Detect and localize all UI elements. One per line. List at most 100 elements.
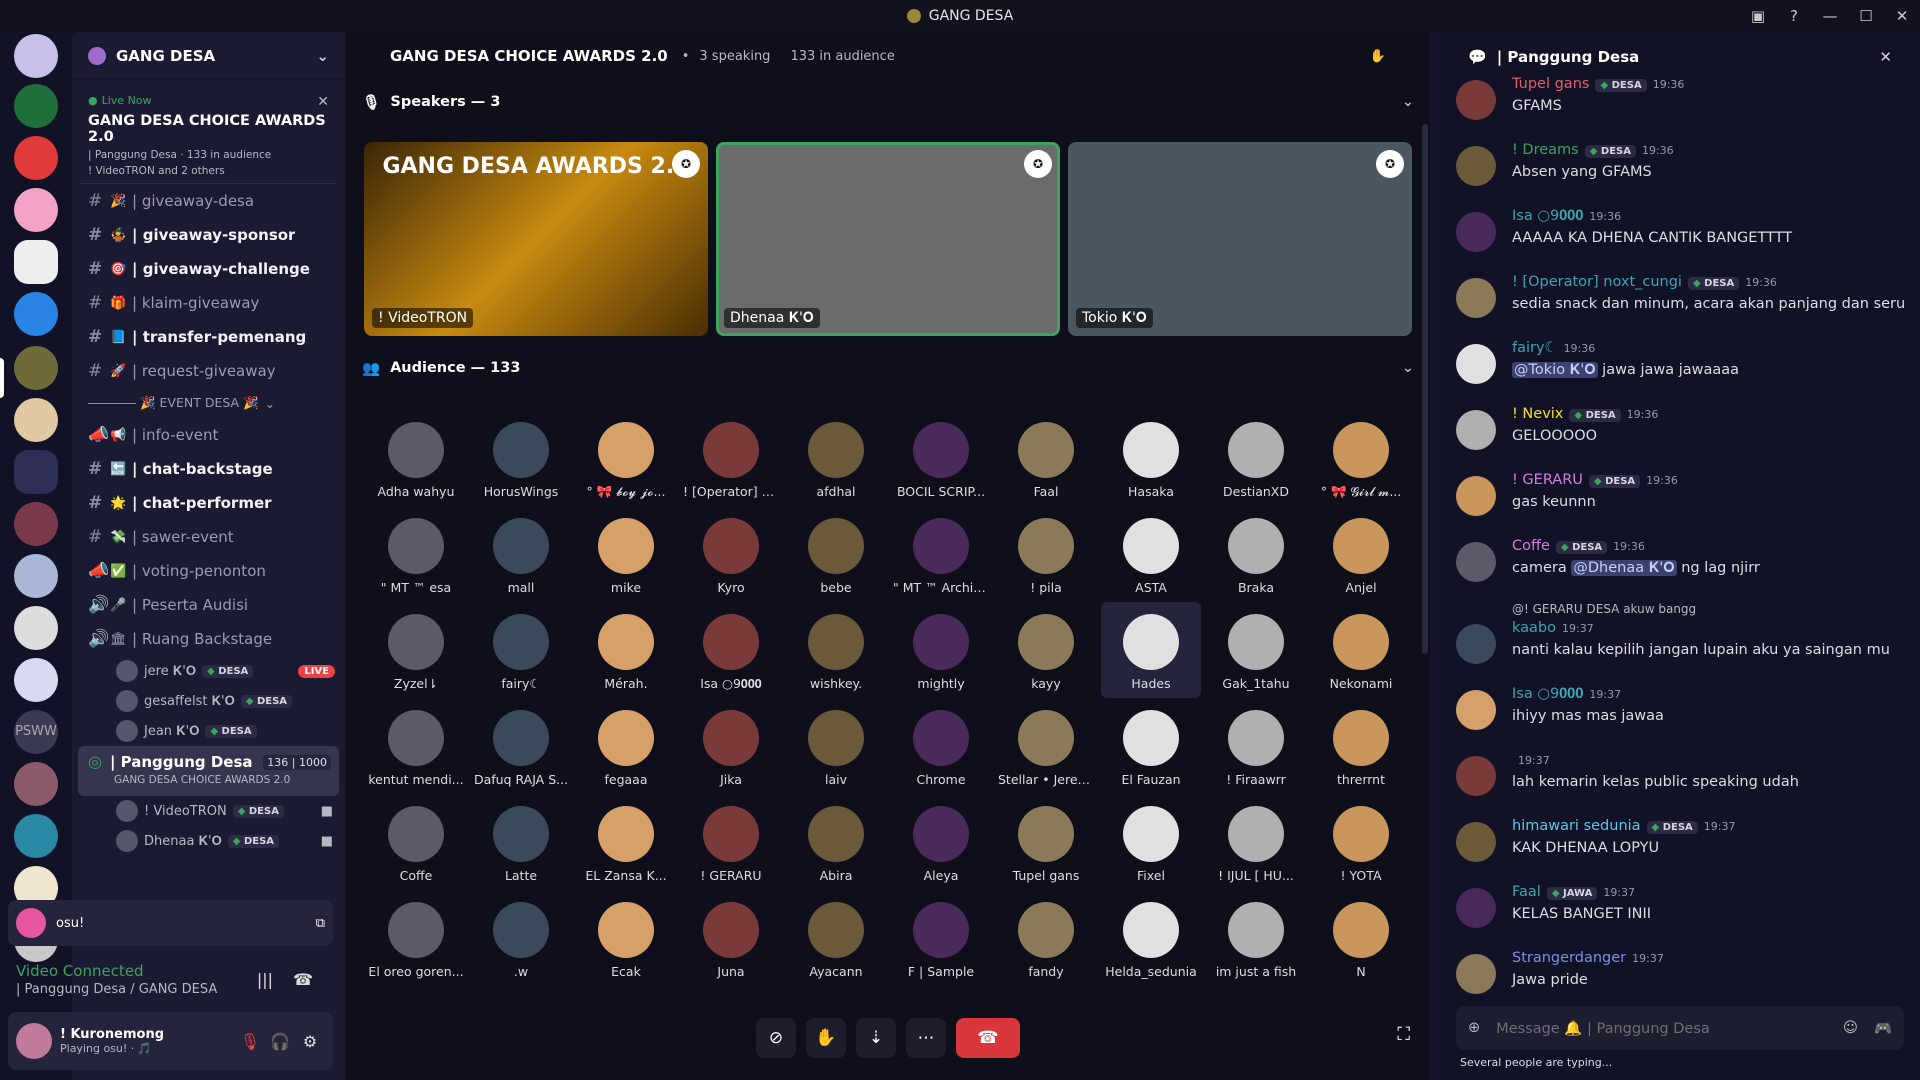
avatar[interactable] — [1456, 146, 1496, 186]
maximize-button[interactable]: ☐ — [1848, 7, 1884, 25]
audience-member[interactable]: Ecak — [576, 890, 676, 986]
screen-share-icon[interactable]: ⧉ — [316, 916, 325, 931]
chat-message[interactable]: Strangerdanger 19:37 Jawa pride — [1456, 946, 1906, 1006]
live-event-card[interactable]: Live Now GANG DESA CHOICE AWARDS 2.0 | P… — [80, 88, 337, 184]
channel-item[interactable]: # 💸 | sawer-event — [72, 520, 345, 554]
server-icon[interactable] — [14, 292, 58, 336]
gamepad-icon[interactable]: 🎮 — [1874, 1020, 1892, 1037]
audience-member[interactable]: " MT ™ esa — [366, 506, 466, 602]
server-icon[interactable] — [14, 502, 58, 546]
channel-item[interactable]: # 🎁 | klaim-giveaway — [72, 286, 345, 320]
user-name[interactable]: ! Kuronemong — [60, 1027, 164, 1042]
audience-member[interactable]: ASTA — [1101, 506, 1201, 602]
audience-member[interactable]: Chrome — [891, 698, 991, 794]
audience-member[interactable]: ° 🎀 𝓖𝓲𝓻𝓵 𝓶... — [1311, 410, 1411, 506]
channel-item[interactable]: # 📘 | transfer-pemenang — [72, 320, 345, 354]
disconnect-icon[interactable]: ☎ — [293, 970, 313, 989]
audience-member[interactable]: Anjel — [1311, 506, 1411, 602]
voice-user[interactable]: jere 𝐊'𝐎 DESA LIVE — [72, 656, 345, 686]
audience-member[interactable]: Kyro — [681, 506, 781, 602]
audience-member[interactable]: Abira — [786, 794, 886, 890]
server-icon[interactable] — [14, 762, 58, 806]
audience-member[interactable]: fegaaa — [576, 698, 676, 794]
voice-user[interactable]: ! VideoTRON DESA ■ — [72, 796, 345, 826]
category-event-desa[interactable]: 🎉 EVENT DESA 🎉 ⌄ — [72, 388, 345, 418]
audience-member[interactable]: wishkey. — [786, 602, 886, 698]
voice-channel-path[interactable]: | Panggung Desa / GANG DESA — [16, 982, 325, 997]
audience-member[interactable]: Hasaka — [1101, 410, 1201, 506]
author-name[interactable]: Coffe — [1512, 538, 1550, 554]
chat-message[interactable]: ! Dreams DESA 19:36 Absen yang GFAMS — [1456, 138, 1906, 198]
author-name[interactable]: Tupel gans — [1512, 76, 1589, 92]
message-input[interactable]: ⊕ Message 🔔 | Panggung Desa ☺ 🎮 — [1456, 1006, 1904, 1050]
audience-member[interactable]: ! [Operator] n... — [681, 410, 781, 506]
audience-member[interactable]: ! pila — [996, 506, 1096, 602]
audience-member[interactable]: El Fauzan — [1101, 698, 1201, 794]
chat-message[interactable]: Isa ○9𝟎𝟎𝟎 19:36 AAAAA KA DHENA CANTIK BANG… — [1456, 204, 1906, 264]
audience-member[interactable]: ° 🎀 𝓫𝓸𝔂 𝓳𝓸... — [576, 410, 676, 506]
audience-member[interactable]: Stellar • Jeremy — [996, 698, 1096, 794]
activity-panel[interactable]: osu! ⧉ — [8, 900, 333, 946]
avatar[interactable] — [1456, 410, 1496, 450]
channel-item[interactable]: 🔊 🏛 | Ruang Backstage — [72, 622, 345, 656]
audience-member[interactable]: DestianXD — [1206, 410, 1306, 506]
chat-message[interactable]: Coffe DESA 19:36 camera @Dhenaa 𝐊'𝐎 ng lag … — [1456, 534, 1906, 594]
stage-channel-panggung-desa[interactable]: ◎ | Panggung Desa GANG DESA CHOICE AWARDS … — [78, 746, 339, 796]
move-to-audience-icon[interactable]: ⇣ — [856, 1018, 896, 1058]
audience-member[interactable]: mall — [471, 506, 571, 602]
avatar[interactable] — [1456, 624, 1496, 664]
server-icon[interactable] — [14, 136, 58, 180]
channel-item[interactable]: # 🌟 | chat-performer — [72, 486, 345, 520]
fullscreen-icon[interactable]: ⛶ — [1397, 1024, 1410, 1045]
server-header[interactable]: GANG DESA ⌄ — [72, 32, 345, 80]
video-off-icon[interactable]: ⊘ — [756, 1018, 796, 1058]
help-icon[interactable]: ? — [1776, 7, 1812, 25]
reply-preview[interactable]: @! GERARU DESA akuw bangg — [1512, 602, 1696, 616]
author-name[interactable]: himawari sedunia — [1512, 818, 1641, 834]
audience-member[interactable]: .w — [471, 890, 571, 986]
author-name[interactable]: Isa ○9𝟎𝟎𝟎 — [1512, 208, 1583, 224]
chevron-down-icon[interactable]: ⌄ — [316, 47, 329, 65]
chat-message[interactable]: ! GERARU DESA 19:36 gas keunnn — [1456, 468, 1906, 528]
sound-bars-icon[interactable]: ||| — [257, 970, 273, 989]
avatar[interactable] — [1456, 344, 1496, 384]
audience-member[interactable]: Faal — [996, 410, 1096, 506]
audience-member[interactable]: El oreo goren... — [366, 890, 466, 986]
audience-member[interactable]: Hades — [1101, 602, 1201, 698]
author-name[interactable]: ! GERARU — [1512, 472, 1583, 488]
avatar[interactable] — [1456, 278, 1496, 318]
server-icon[interactable] — [14, 398, 58, 442]
avatar[interactable] — [1456, 542, 1496, 582]
audience-member[interactable]: Tupel gans — [996, 794, 1096, 890]
chevron-down-icon[interactable]: ⌄ — [1402, 360, 1414, 376]
server-icon[interactable] — [14, 658, 58, 702]
audience-member[interactable]: afdhal — [786, 410, 886, 506]
channel-item[interactable]: 📣 📢 | info-event — [72, 418, 345, 452]
server-icon[interactable] — [14, 240, 58, 284]
audience-member[interactable]: BOCIL SCRIP... — [891, 410, 991, 506]
audience-member[interactable]: Zyzel⇂ — [366, 602, 466, 698]
author-name[interactable]: Isa ○9𝟎𝟎𝟎 — [1512, 686, 1583, 702]
audience-member[interactable]: kayy — [996, 602, 1096, 698]
add-attachment-icon[interactable]: ⊕ — [1468, 1020, 1480, 1036]
close-icon[interactable]: ✕ — [1879, 48, 1892, 66]
server-icon[interactable] — [14, 606, 58, 650]
channel-item[interactable]: 🔊 🎤 | Peserta Audisi — [72, 588, 345, 622]
audience-member[interactable]: Juna — [681, 890, 781, 986]
audience-member[interactable]: laiv — [786, 698, 886, 794]
chat-message[interactable]: @! GERARU DESA akuw bangg kaabo 19:37 nanti… — [1456, 602, 1906, 676]
audience-member[interactable]: ! GERARU — [681, 794, 781, 890]
channel-item[interactable]: # 🔙 | chat-backstage — [72, 452, 345, 486]
voice-status[interactable]: Video Connected — [16, 962, 325, 980]
speaker-tile[interactable]: ✪ Tokio 𝐊'𝐎 — [1068, 142, 1412, 336]
audience-member[interactable]: fandy — [996, 890, 1096, 986]
avatar[interactable] — [1456, 212, 1496, 252]
channel-item[interactable]: 📣 ✅ | voting-penonton — [72, 554, 345, 588]
audience-member[interactable]: ! YOTA — [1311, 794, 1411, 890]
audience-member[interactable]: threrrnt — [1311, 698, 1411, 794]
chat-message[interactable]: Faal JAWA 19:37 KELAS BANGET INII — [1456, 880, 1906, 940]
audience-member[interactable]: kentut mendi... — [366, 698, 466, 794]
server-icon[interactable] — [14, 188, 58, 232]
speakers-section-header[interactable]: 🎙 Speakers — 3 ⌄ — [346, 82, 1430, 122]
chat-message[interactable]: ! Nevix DESA 19:36 GELOOOOO — [1456, 402, 1906, 462]
